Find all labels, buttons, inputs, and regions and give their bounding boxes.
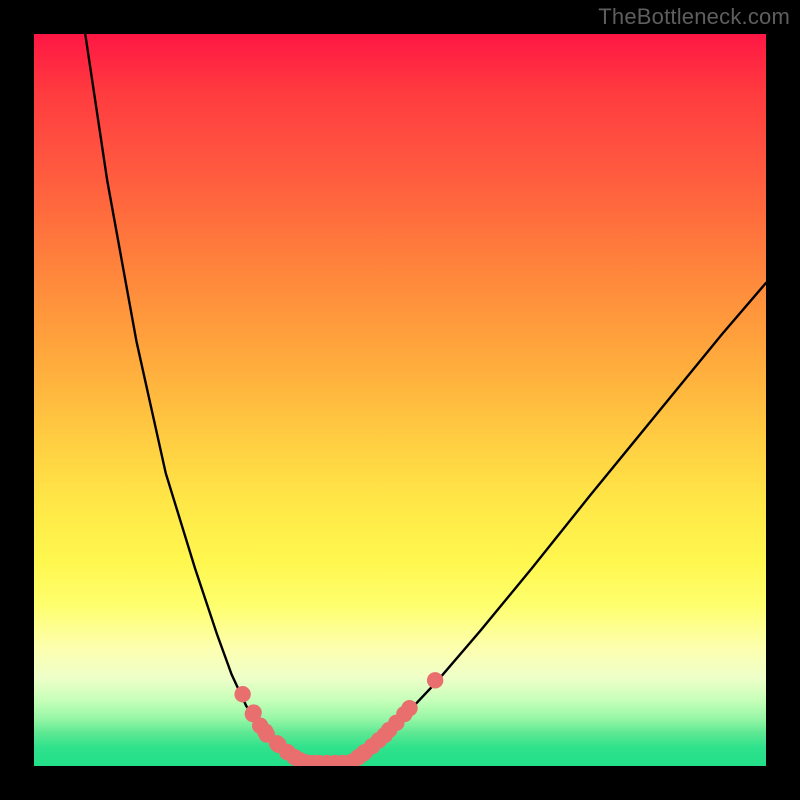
data-point (401, 700, 417, 716)
bottleneck-curve (85, 34, 766, 763)
chart-svg (34, 34, 766, 766)
data-point (234, 686, 250, 702)
data-point (427, 672, 443, 688)
scatter-dots (234, 672, 443, 766)
plot-area (34, 34, 766, 766)
watermark-text: TheBottleneck.com (598, 4, 790, 30)
curve-group (85, 34, 766, 763)
chart-frame: TheBottleneck.com (0, 0, 800, 800)
